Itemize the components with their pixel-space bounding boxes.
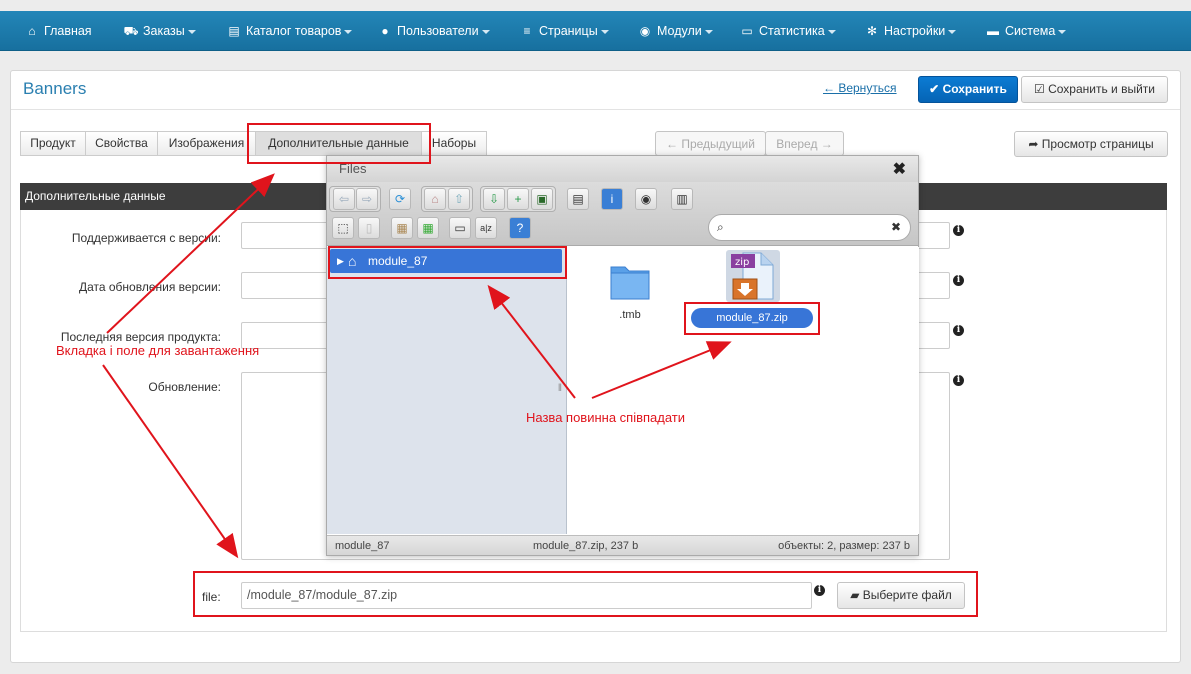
annotation-arrows — [102, 173, 732, 559]
annotation-name-match: Назва повинна співпадати — [526, 410, 686, 425]
annotation-tab-and-field: Вкладка і поле для завантаження — [56, 343, 260, 358]
